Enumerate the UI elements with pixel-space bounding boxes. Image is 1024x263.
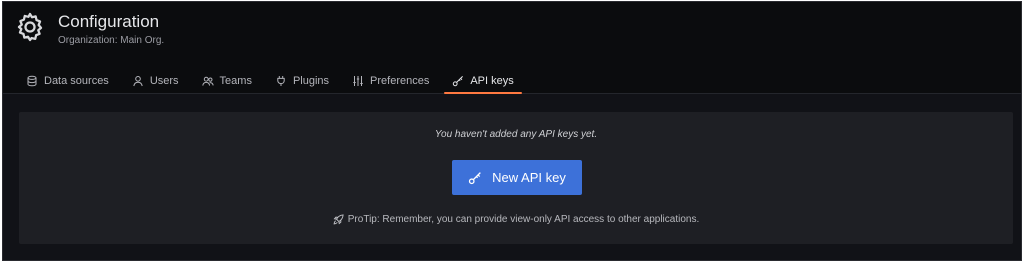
tab-api-keys[interactable]: API keys bbox=[444, 70, 523, 94]
page-title: Configuration bbox=[58, 12, 160, 31]
tab-label: Data sources bbox=[44, 75, 109, 87]
tab-teams[interactable]: Teams bbox=[194, 70, 260, 92]
protip: ProTip: Remember, you can provide view-o… bbox=[19, 214, 1013, 225]
users-icon bbox=[201, 76, 214, 86]
tab-users[interactable]: Users bbox=[124, 70, 187, 92]
tab-label: API keys bbox=[470, 75, 514, 87]
organization-subtitle: Organization: Main Org. bbox=[58, 35, 165, 46]
tab-preferences[interactable]: Preferences bbox=[344, 70, 437, 92]
plug-icon bbox=[277, 76, 285, 86]
gear-icon bbox=[17, 12, 43, 42]
tab-data-sources[interactable]: Data sources bbox=[18, 70, 117, 92]
tab-label: Plugins bbox=[292, 75, 330, 87]
page-header: Configuration Organization: Main Org. Da… bbox=[3, 2, 1021, 94]
api-keys-empty-state: You haven't added any API keys yet. New … bbox=[19, 112, 1013, 244]
sliders-icon bbox=[353, 76, 363, 86]
protip-text: ProTip: Remember, you can provide view-o… bbox=[347, 214, 700, 225]
database-icon bbox=[27, 75, 37, 87]
user-icon bbox=[133, 76, 143, 87]
new-api-key-button[interactable]: New API key bbox=[452, 160, 582, 195]
tab-bar: Data sources Users Teams Plugins Prefere… bbox=[18, 70, 529, 94]
tab-plugins[interactable]: Plugins bbox=[267, 70, 337, 92]
empty-state-message: You haven't added any API keys yet. bbox=[434, 129, 598, 140]
tab-label: Users bbox=[149, 75, 179, 87]
key-icon bbox=[469, 171, 481, 184]
rocket-icon bbox=[333, 214, 344, 225]
tab-label: Preferences bbox=[370, 75, 430, 87]
tab-label: Teams bbox=[219, 75, 252, 87]
configuration-page: Configuration Organization: Main Org. Da… bbox=[2, 1, 1022, 261]
new-api-key-label: New API key bbox=[492, 170, 566, 185]
key-icon bbox=[453, 76, 464, 87]
